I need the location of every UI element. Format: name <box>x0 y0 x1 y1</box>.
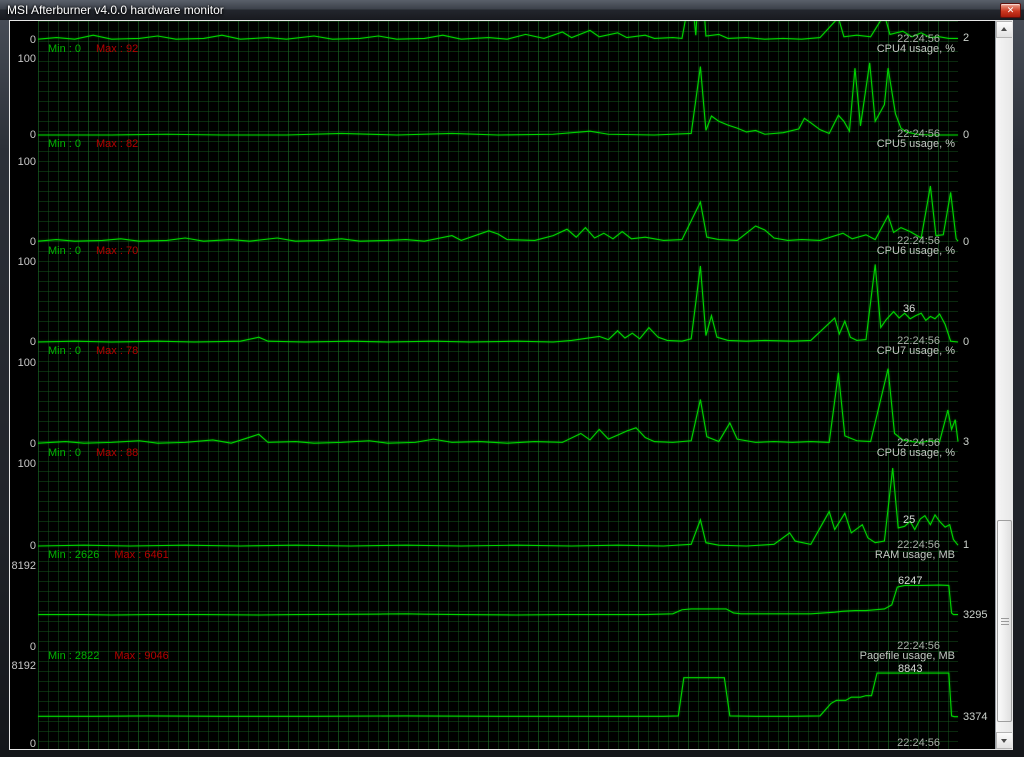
graph-plot-2[interactable] <box>38 162 958 242</box>
arrow-up-icon <box>1001 27 1007 31</box>
current-value-label: 3374 <box>963 711 988 723</box>
max-value-label: Max : 9046 <box>114 650 169 662</box>
current-value-label: 3295 <box>963 609 988 621</box>
y-axis-bottom-label: 0 <box>29 738 36 750</box>
graph-name-label: Pagefile usage, MB <box>859 650 955 662</box>
scroll-down-button[interactable] <box>996 732 1012 749</box>
minmax-label: Min : 0 Max : 82 <box>48 138 138 150</box>
y-axis-top-label: 100 <box>17 256 36 268</box>
plots-layer: 0 22:24:56 Min : 0 Max : 92 CPU4 usage, % 2 10… <box>10 21 997 750</box>
peak-value-label: 25 <box>903 514 916 526</box>
y-axis-bottom-label: 0 <box>29 540 36 552</box>
graph-name-label: CPU7 usage, % <box>876 345 955 357</box>
graph-plot-5[interactable] <box>38 464 958 546</box>
graph-plot-1[interactable] <box>38 59 958 135</box>
y-axis-top-label: 100 <box>17 156 36 168</box>
max-value-label: Max : 78 <box>96 345 139 357</box>
graph-name-label: RAM usage, MB <box>874 549 955 561</box>
min-value-label: Min : 0 <box>48 345 82 357</box>
minmax-label: Min : 0 Max : 70 <box>48 245 138 257</box>
max-value-label: Max : 82 <box>96 138 139 150</box>
current-value-label: 0 <box>963 129 970 141</box>
max-value-label: Max : 70 <box>96 245 139 257</box>
current-value-label: 0 <box>963 336 970 348</box>
min-value-label: Min : 0 <box>48 43 82 55</box>
minmax-label: Min : 0 Max : 92 <box>48 43 138 55</box>
vertical-scrollbar[interactable] <box>995 21 1012 749</box>
y-axis-bottom-label: 0 <box>29 129 36 141</box>
peak-value-label: 8843 <box>898 663 923 675</box>
y-axis-top-label: 8192 <box>11 560 36 572</box>
graph-name-label: CPU8 usage, % <box>876 447 955 459</box>
min-value-label: Min : 2626 <box>48 549 100 561</box>
min-value-label: Min : 2822 <box>48 650 100 662</box>
y-axis-bottom-label: 0 <box>29 34 36 46</box>
arrow-down-icon <box>1001 739 1007 743</box>
close-icon: ✕ <box>1006 5 1015 15</box>
max-value-label: Max : 6461 <box>114 549 169 561</box>
y-axis-bottom-label: 0 <box>29 336 36 348</box>
graph-plot-6[interactable] <box>38 566 958 647</box>
y-axis-top-label: 100 <box>17 53 36 65</box>
graph-plot-4[interactable] <box>38 363 958 444</box>
min-value-label: Min : 0 <box>48 447 82 459</box>
graph-name-label: CPU6 usage, % <box>876 245 955 257</box>
y-axis-top-label: 100 <box>17 458 36 470</box>
graph-name-label: CPU4 usage, % <box>876 43 955 55</box>
current-value-label: 0 <box>963 236 970 248</box>
close-button[interactable]: ✕ <box>1000 3 1021 18</box>
thumb-grip-icon <box>1001 618 1009 625</box>
monitor-client-area: 0 22:24:56 Min : 0 Max : 92 CPU4 usage, % 2 10… <box>9 20 1013 750</box>
y-axis-top-label: 100 <box>17 357 36 369</box>
min-value-label: Min : 0 <box>48 245 82 257</box>
current-value-label: 1 <box>963 539 970 551</box>
y-axis-top-label: 8192 <box>11 660 36 672</box>
titlebar[interactable]: MSI Afterburner v4.0.0 hardware monitor … <box>0 0 1024 20</box>
max-value-label: Max : 88 <box>96 447 139 459</box>
current-value-label: 2 <box>963 32 970 44</box>
min-value-label: Min : 0 <box>48 138 82 150</box>
peak-value-label: 36 <box>903 303 916 315</box>
y-axis-bottom-label: 0 <box>29 438 36 450</box>
y-axis-bottom-label: 0 <box>29 641 36 653</box>
window-title: MSI Afterburner v4.0.0 hardware monitor <box>7 3 224 17</box>
minmax-label: Min : 0 Max : 78 <box>48 345 138 357</box>
minmax-label: Min : 0 Max : 88 <box>48 447 138 459</box>
current-value-label: 3 <box>963 436 970 448</box>
max-value-label: Max : 92 <box>96 43 139 55</box>
minmax-label: Min : 2626 Max : 6461 <box>48 549 169 561</box>
hardware-monitor-window: MSI Afterburner v4.0.0 hardware monitor … <box>0 0 1024 757</box>
scroll-up-button[interactable] <box>996 21 1012 38</box>
graph-name-label: CPU5 usage, % <box>876 138 955 150</box>
minmax-label: Min : 2822 Max : 9046 <box>48 650 169 662</box>
timestamp-label: 22:24:56 <box>897 737 940 749</box>
graph-plot-7[interactable] <box>38 666 958 744</box>
graph-plot-3[interactable] <box>38 262 958 342</box>
scrollbar-thumb[interactable] <box>997 520 1012 722</box>
y-axis-bottom-label: 0 <box>29 236 36 248</box>
peak-value-label: 6247 <box>898 575 923 587</box>
